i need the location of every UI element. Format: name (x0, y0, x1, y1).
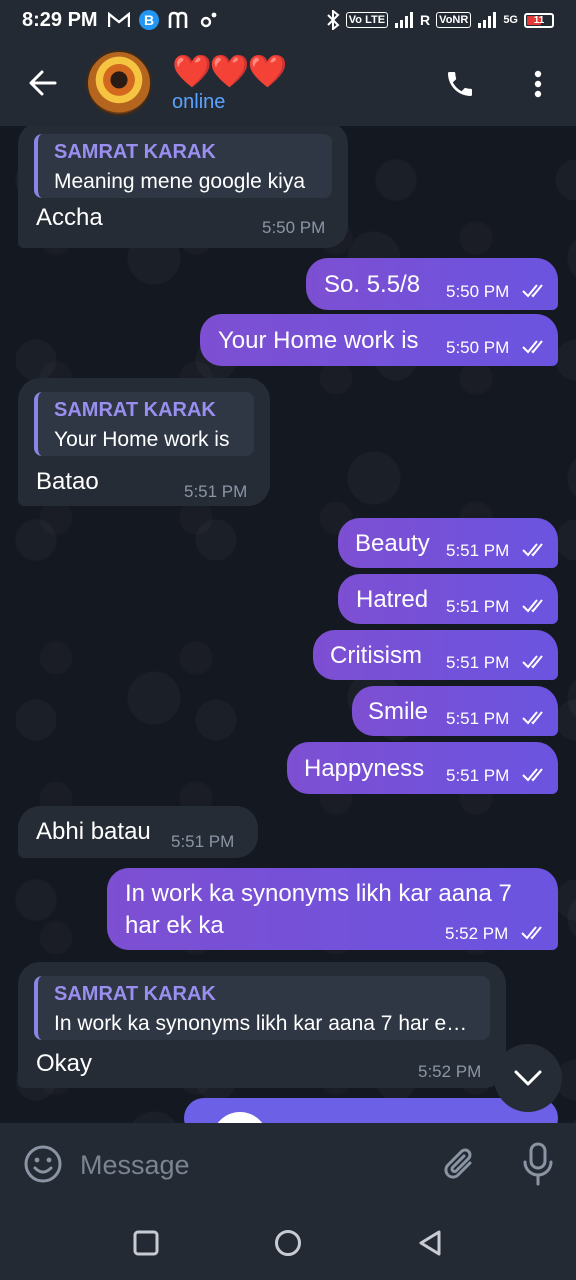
message-text: Accha (36, 204, 103, 231)
reply-text: In work ka synonyms likh kar aana 7 har … (54, 1012, 468, 1035)
double-check-icon (522, 599, 543, 613)
battery-level: 11 (533, 14, 545, 26)
message-time: 5:50 PM (446, 338, 510, 357)
gmail-icon (107, 12, 130, 27)
avatar[interactable] (86, 50, 152, 116)
message-outgoing[interactable]: Critisism 5:51 PM (313, 630, 558, 680)
emoji-icon[interactable] (22, 1143, 64, 1185)
double-check-icon (522, 711, 543, 725)
message-time: 5:51 PM (446, 709, 510, 728)
message-text: Smile (368, 698, 429, 725)
settings-icon (200, 12, 216, 28)
message-text: Abhi batau (36, 818, 151, 845)
double-check-icon (522, 340, 543, 354)
double-check-icon (522, 655, 543, 669)
phone-icon (448, 72, 472, 96)
message-outgoing[interactable]: Happyness 5:51 PM (287, 742, 558, 794)
square-icon (133, 1230, 159, 1256)
nav-back-button[interactable] (410, 1223, 450, 1263)
message-incoming[interactable]: SAMRAT KARAK In work ka synonyms likh ka… (18, 962, 506, 1088)
message-time: 5:51 PM (171, 832, 235, 851)
message-text-line-2: har ek ka (125, 912, 224, 939)
message-time: 5:51 PM (184, 482, 248, 501)
message-outgoing-partial[interactable] (184, 1098, 558, 1123)
chat-header: ❤️❤️❤️ online (0, 40, 576, 126)
b-icon: B (138, 10, 159, 30)
message-time: 5:51 PM (446, 541, 510, 560)
message-composer (0, 1123, 576, 1203)
recents-button[interactable] (126, 1223, 166, 1263)
double-check-icon (522, 768, 543, 782)
call-button[interactable] (436, 60, 484, 108)
double-check-icon (522, 284, 543, 298)
bluetooth-icon (327, 10, 340, 30)
message-outgoing[interactable]: Beauty 5:51 PM (338, 518, 558, 568)
reply-author: SAMRAT KARAK (54, 399, 216, 421)
svg-text:B: B (144, 12, 154, 28)
more-options-button[interactable] (516, 60, 560, 108)
reply-quote[interactable]: SAMRAT KARAK In work ka synonyms likh ka… (34, 976, 490, 1040)
microphone-icon[interactable] (516, 1141, 560, 1187)
arrow-left-icon (29, 70, 57, 96)
message-time: 5:50 PM (446, 282, 510, 301)
message-incoming[interactable]: SAMRAT KARAK Your Home work is Batao 5:5… (18, 378, 270, 506)
message-text: Happyness (304, 755, 425, 782)
reply-text: Your Home work is (54, 428, 230, 451)
reply-quote[interactable]: SAMRAT KARAK Your Home work is (34, 392, 254, 456)
message-text-line-1: In work ka synonyms likh kar aana 7 (125, 880, 512, 907)
message-text: Critisism (330, 642, 422, 669)
more-vert-icon (534, 70, 542, 98)
message-text: Your Home work is (218, 327, 419, 354)
message-time: 5:50 PM (262, 218, 326, 237)
message-text: Beauty (355, 530, 430, 557)
message-incoming[interactable]: Abhi batau 5:51 PM (18, 806, 258, 858)
paperclip-icon[interactable] (438, 1143, 482, 1187)
status-time: 8:29 PM (22, 8, 98, 31)
signal-icon-2 (478, 12, 497, 28)
message-text: Hatred (356, 586, 429, 613)
battery-icon: 11 (524, 12, 554, 28)
message-text: So. 5.5/8 (324, 271, 421, 298)
system-nav-bar (0, 1203, 576, 1280)
reply-author: SAMRAT KARAK (54, 141, 216, 163)
message-time: 5:52 PM (418, 1062, 482, 1081)
chevron-down-icon (514, 1070, 542, 1086)
contact-name: ❤️❤️❤️ (172, 52, 288, 89)
message-time: 5:51 PM (446, 653, 510, 672)
scroll-to-bottom-button[interactable] (494, 1044, 562, 1112)
circle-icon (275, 1230, 301, 1256)
message-time: 5:51 PM (446, 597, 510, 616)
message-time: 5:52 PM (445, 924, 509, 943)
volte-badge: Vo LTE (345, 12, 389, 28)
vonr-badge: VoNR (436, 12, 472, 28)
message-outgoing[interactable]: Hatred 5:51 PM (338, 574, 558, 624)
triangle-back-icon (419, 1230, 441, 1256)
m-icon (168, 11, 187, 28)
back-button[interactable] (0, 40, 86, 126)
online-status: online (172, 90, 226, 113)
message-input[interactable] (80, 1143, 410, 1187)
roaming-indicator: R (420, 12, 431, 28)
message-outgoing[interactable]: So. 5.5/8 5:50 PM (306, 258, 558, 310)
message-list[interactable]: SAMRAT KARAK Meaning mene google kiya Ac… (0, 126, 576, 1123)
message-text: Batao (36, 468, 99, 495)
signal-icon (395, 12, 414, 28)
message-time: 5:51 PM (446, 766, 510, 785)
double-check-icon (521, 926, 542, 940)
message-text: Okay (36, 1050, 93, 1077)
chat-title[interactable]: ❤️❤️❤️ online (172, 52, 288, 114)
message-outgoing[interactable]: Smile 5:51 PM (352, 686, 558, 736)
home-button[interactable] (268, 1223, 308, 1263)
message-outgoing[interactable]: Your Home work is 5:50 PM (200, 314, 558, 366)
status-bar: 8:29 PM B Vo LTE R VoNR 5G 11 (0, 0, 576, 40)
network-type: 5G (503, 14, 518, 26)
double-check-icon (522, 543, 543, 557)
reply-text: Meaning mene google kiya (54, 170, 305, 193)
reply-author: SAMRAT KARAK (54, 983, 216, 1005)
reply-quote[interactable]: SAMRAT KARAK Meaning mene google kiya (34, 134, 332, 198)
message-outgoing[interactable]: In work ka synonyms likh kar aana 7 har … (107, 868, 558, 950)
message-incoming[interactable]: SAMRAT KARAK Meaning mene google kiya Ac… (18, 126, 348, 248)
